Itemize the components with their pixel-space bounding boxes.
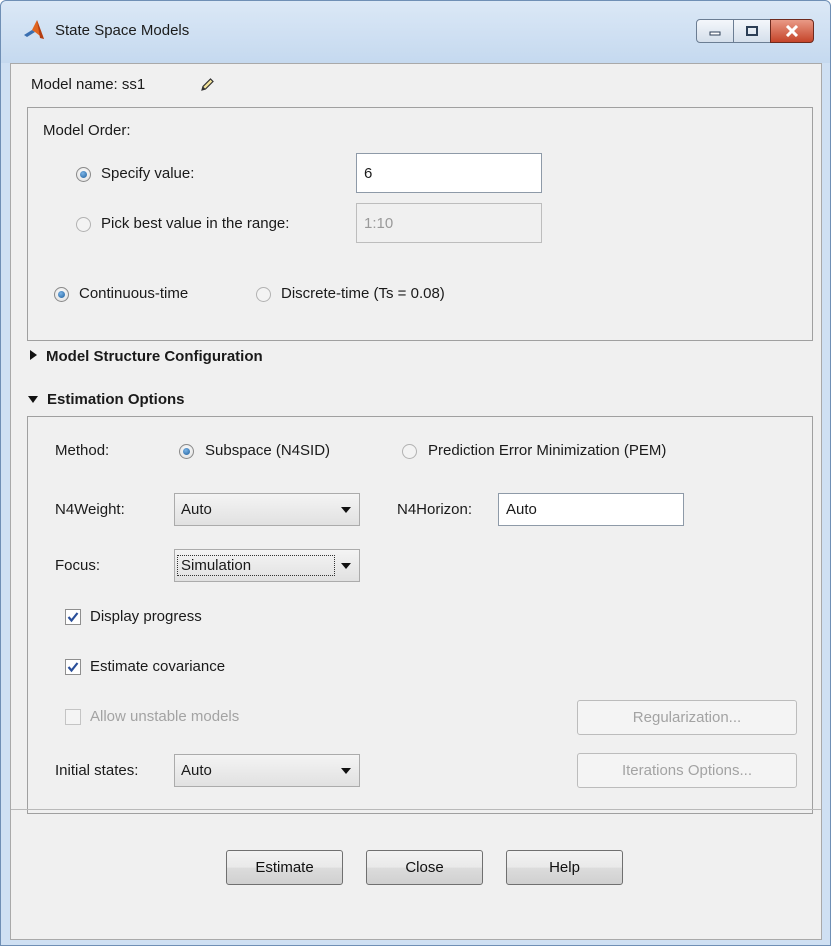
model-order-title: Model Order: (43, 122, 131, 139)
n4weight-dropdown[interactable]: Auto (174, 493, 360, 526)
model-structure-label: Model Structure Configuration (46, 348, 263, 365)
continuous-time-radio[interactable] (54, 287, 69, 302)
close-button-label: Close (405, 859, 444, 876)
pem-label: Prediction Error Minimization (PEM) (428, 442, 667, 459)
estimate-button[interactable]: Estimate (226, 850, 343, 885)
title-bar[interactable]: State Space Models (1, 1, 830, 63)
n4weight-value: Auto (181, 501, 212, 518)
model-name-label: Model name: ss1 (31, 76, 146, 93)
initial-states-value: Auto (181, 762, 212, 779)
n4weight-label: N4Weight: (55, 501, 125, 518)
chevron-down-icon (341, 562, 351, 569)
chevron-down-icon (341, 767, 351, 774)
display-progress-checkbox[interactable] (65, 609, 81, 625)
state-space-models-window: State Space Models Model name: ss1 Model… (0, 0, 831, 946)
close-icon (785, 25, 799, 37)
collapse-down-icon (28, 396, 38, 403)
pick-range-label: Pick best value in the range: (101, 215, 290, 232)
discrete-time-radio[interactable] (256, 287, 271, 302)
estimation-options-label: Estimation Options (47, 391, 185, 408)
model-order-group: Model Order: Specify value: 6 Pick best … (27, 107, 813, 341)
pick-range-radio[interactable] (76, 217, 91, 232)
expand-right-icon (30, 350, 37, 360)
estimation-options-header[interactable]: Estimation Options (27, 391, 185, 408)
n4horizon-value: Auto (506, 501, 537, 518)
estimation-options-group: Method: Subspace (N4SID) Prediction Erro… (27, 416, 813, 814)
iterations-options-button[interactable]: Iterations Options... (577, 753, 797, 788)
subspace-label: Subspace (N4SID) (205, 442, 331, 459)
regularization-button[interactable]: Regularization... (577, 700, 797, 735)
window-controls (696, 19, 814, 43)
initial-states-dropdown[interactable]: Auto (174, 754, 360, 787)
regularization-label: Regularization... (632, 709, 742, 726)
estimate-covariance-label: Estimate covariance (90, 658, 226, 675)
order-range-text: 1:10 (364, 214, 394, 232)
window-title: State Space Models (55, 22, 190, 39)
focus-value: Simulation (177, 555, 335, 576)
estimate-button-label: Estimate (255, 859, 314, 876)
focus-label: Focus: (55, 557, 101, 574)
pencil-icon[interactable] (199, 77, 215, 93)
subspace-radio[interactable] (179, 444, 194, 459)
model-structure-header[interactable]: Model Structure Configuration (29, 348, 263, 365)
checkmark-icon (67, 662, 79, 673)
n4horizon-input[interactable]: Auto (498, 493, 684, 526)
specify-value-radio[interactable] (76, 167, 91, 182)
order-value-text: 6 (364, 164, 373, 182)
help-button-label: Help (549, 859, 580, 876)
allow-unstable-label: Allow unstable models (90, 708, 240, 725)
estimate-covariance-checkbox[interactable] (65, 659, 81, 675)
display-progress-label: Display progress (90, 608, 202, 625)
specify-value-label: Specify value: (101, 165, 195, 182)
pem-radio[interactable] (402, 444, 417, 459)
close-window-button[interactable] (770, 19, 814, 43)
maximize-button[interactable] (733, 19, 771, 43)
n4horizon-label: N4Horizon: (397, 501, 473, 518)
continuous-time-label: Continuous-time (79, 285, 189, 302)
chevron-down-icon (341, 506, 351, 513)
iterations-options-label: Iterations Options... (621, 762, 753, 779)
minimize-button[interactable] (696, 19, 734, 43)
discrete-time-label: Discrete-time (Ts = 0.08) (281, 285, 445, 302)
checkmark-icon (67, 612, 79, 623)
order-range-input[interactable]: 1:10 (356, 203, 542, 243)
matlab-icon (24, 20, 44, 39)
close-button[interactable]: Close (366, 850, 483, 885)
dialog-body: Model name: ss1 Model Order: Specify val… (10, 63, 822, 940)
order-value-input[interactable]: 6 (356, 153, 542, 193)
maximize-icon (746, 26, 758, 36)
footer-separator (11, 809, 821, 810)
allow-unstable-checkbox[interactable] (65, 709, 81, 725)
initial-states-label: Initial states: (55, 762, 139, 779)
help-button[interactable]: Help (506, 850, 623, 885)
minimize-icon (709, 31, 721, 36)
focus-dropdown[interactable]: Simulation (174, 549, 360, 582)
method-label: Method: (55, 442, 110, 459)
